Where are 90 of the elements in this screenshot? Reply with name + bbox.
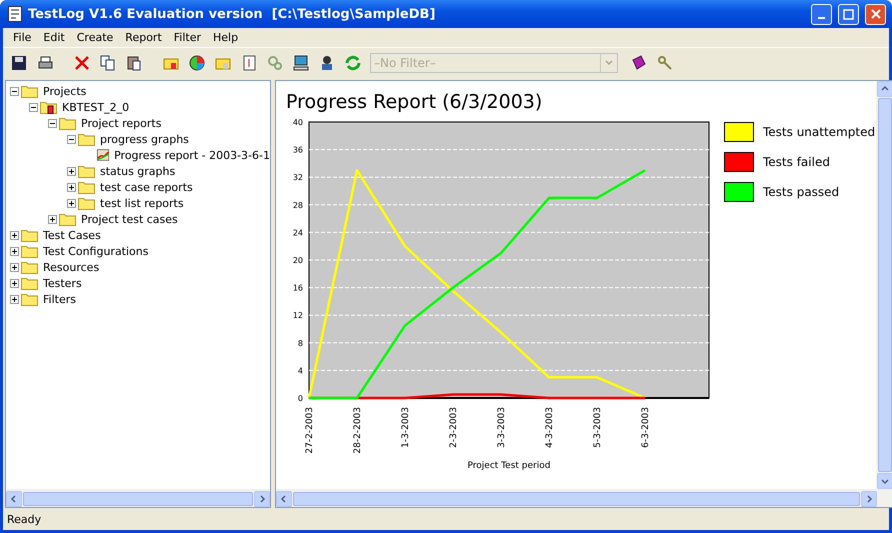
tree-item[interactable]: Test Cases bbox=[40, 228, 101, 242]
close-icon bbox=[870, 9, 880, 19]
expand-icon[interactable] bbox=[10, 262, 19, 272]
tree-item[interactable]: Project test cases bbox=[78, 212, 178, 226]
tree-item[interactable]: Test Configurations bbox=[40, 244, 148, 258]
axis-tick-label: 36 bbox=[292, 146, 303, 155]
expand-icon[interactable] bbox=[10, 278, 19, 288]
expand-icon[interactable] bbox=[67, 182, 76, 192]
folder-icon bbox=[21, 244, 38, 258]
axis-tick-label: 8 bbox=[298, 338, 303, 348]
axis-tick-label: 40 bbox=[292, 118, 303, 127]
scrollbar-thumb[interactable] bbox=[878, 98, 892, 472]
tree-item[interactable]: status graphs bbox=[97, 164, 176, 178]
folder-icon bbox=[59, 212, 76, 226]
axis-tick-label: 16 bbox=[292, 284, 303, 293]
axis-tick-label: 28 bbox=[292, 200, 303, 210]
folder-icon bbox=[78, 196, 95, 210]
axis-tick-label: 24 bbox=[292, 228, 303, 238]
maximize-icon bbox=[843, 8, 854, 20]
menu-item[interactable]: Create bbox=[70, 31, 120, 44]
tree-item[interactable]: Project reports bbox=[78, 116, 162, 130]
folder-icon bbox=[21, 228, 38, 242]
legend-label: Tests failed bbox=[763, 155, 830, 169]
collapse-icon[interactable] bbox=[48, 118, 57, 128]
maximize-button[interactable] bbox=[838, 4, 859, 24]
axis-tick-label: 5-3-2003 bbox=[593, 407, 603, 448]
axis-tick-label: 2-3-2003 bbox=[449, 407, 459, 448]
scroll-down-button[interactable] bbox=[876, 473, 892, 489]
scrollbar-thumb[interactable] bbox=[293, 492, 860, 506]
close-button[interactable] bbox=[865, 4, 886, 24]
expand-icon[interactable] bbox=[10, 246, 19, 256]
expand-icon[interactable] bbox=[48, 214, 57, 224]
axis-tick-label: 32 bbox=[292, 173, 303, 182]
axis-title: Project Test period bbox=[468, 461, 550, 471]
legend-label: Tests unattempted bbox=[763, 125, 876, 139]
tree-item[interactable]: test case reports bbox=[97, 180, 193, 194]
folder-icon bbox=[21, 84, 38, 98]
scroll-up-button[interactable] bbox=[876, 81, 892, 97]
minimize-icon bbox=[818, 17, 825, 19]
axis-tick-label: 4 bbox=[298, 366, 303, 376]
app-icon bbox=[8, 6, 22, 22]
tree-item[interactable]: progress graphs bbox=[97, 132, 189, 146]
folder-icon bbox=[21, 276, 38, 290]
menu-item[interactable]: Filter bbox=[168, 31, 208, 44]
status-text: Ready bbox=[7, 512, 42, 526]
folder-icon bbox=[78, 132, 95, 146]
axis-tick-label: 0 bbox=[298, 394, 303, 403]
scroll-left-button[interactable] bbox=[6, 490, 22, 506]
scroll-right-button[interactable] bbox=[254, 490, 270, 506]
collapse-icon[interactable] bbox=[10, 86, 19, 96]
tree-item[interactable]: KBTEST_2_0 bbox=[59, 100, 130, 114]
axis-tick-label: 20 bbox=[292, 256, 303, 265]
axis-tick-label: 12 bbox=[292, 311, 303, 320]
tree-item[interactable]: Projects bbox=[40, 84, 86, 98]
expand-icon[interactable] bbox=[10, 230, 19, 240]
legend-label: Tests passed bbox=[763, 185, 840, 199]
graph-icon bbox=[97, 147, 110, 163]
axis-tick-label: 1-3-2003 bbox=[401, 407, 411, 448]
expand-icon[interactable] bbox=[10, 294, 19, 304]
axis-tick-label: 6-3-2003 bbox=[641, 407, 651, 448]
axis-tick-label: 4-3-2003 bbox=[545, 407, 555, 448]
window-title: TestLog V1.6 Evaluation version [C:\Testlog\SampleDB] bbox=[28, 6, 436, 22]
folder-icon bbox=[21, 260, 38, 274]
axis-tick-label: 27-2-2003 bbox=[305, 407, 315, 454]
folder-icon bbox=[40, 100, 57, 114]
folder-icon bbox=[78, 164, 95, 178]
tree-item[interactable]: Progress report - 2003-3-6-1 bbox=[111, 148, 270, 162]
menu-item[interactable]: Help bbox=[207, 31, 244, 44]
minimize-button[interactable] bbox=[811, 4, 832, 24]
folder-icon bbox=[21, 292, 38, 306]
tree-item[interactable]: test list reports bbox=[97, 196, 184, 210]
caret-icon bbox=[605, 60, 613, 66]
menu-item[interactable]: File bbox=[7, 31, 38, 44]
tree-item[interactable]: Resources bbox=[40, 260, 100, 274]
collapse-icon[interactable] bbox=[29, 102, 38, 112]
scrollbar-thumb[interactable] bbox=[23, 492, 253, 506]
scroll-left-button[interactable] bbox=[276, 490, 292, 506]
axis-tick-label: 28-2-2003 bbox=[353, 407, 363, 454]
scroll-right-button[interactable] bbox=[861, 490, 877, 506]
folder-icon bbox=[59, 116, 76, 130]
menu-item[interactable]: Edit bbox=[37, 31, 71, 44]
report-title: Progress Report (6/3/2003) bbox=[286, 91, 544, 113]
tree-item[interactable]: Filters bbox=[40, 292, 76, 306]
expand-icon[interactable] bbox=[67, 198, 76, 208]
folder-icon bbox=[78, 180, 95, 194]
axis-tick-label: 3-3-2003 bbox=[497, 407, 507, 448]
collapse-icon[interactable] bbox=[67, 134, 76, 144]
expand-icon[interactable] bbox=[67, 166, 76, 176]
tree-item[interactable]: Testers bbox=[40, 276, 82, 290]
menu-item[interactable]: Report bbox=[119, 31, 168, 44]
